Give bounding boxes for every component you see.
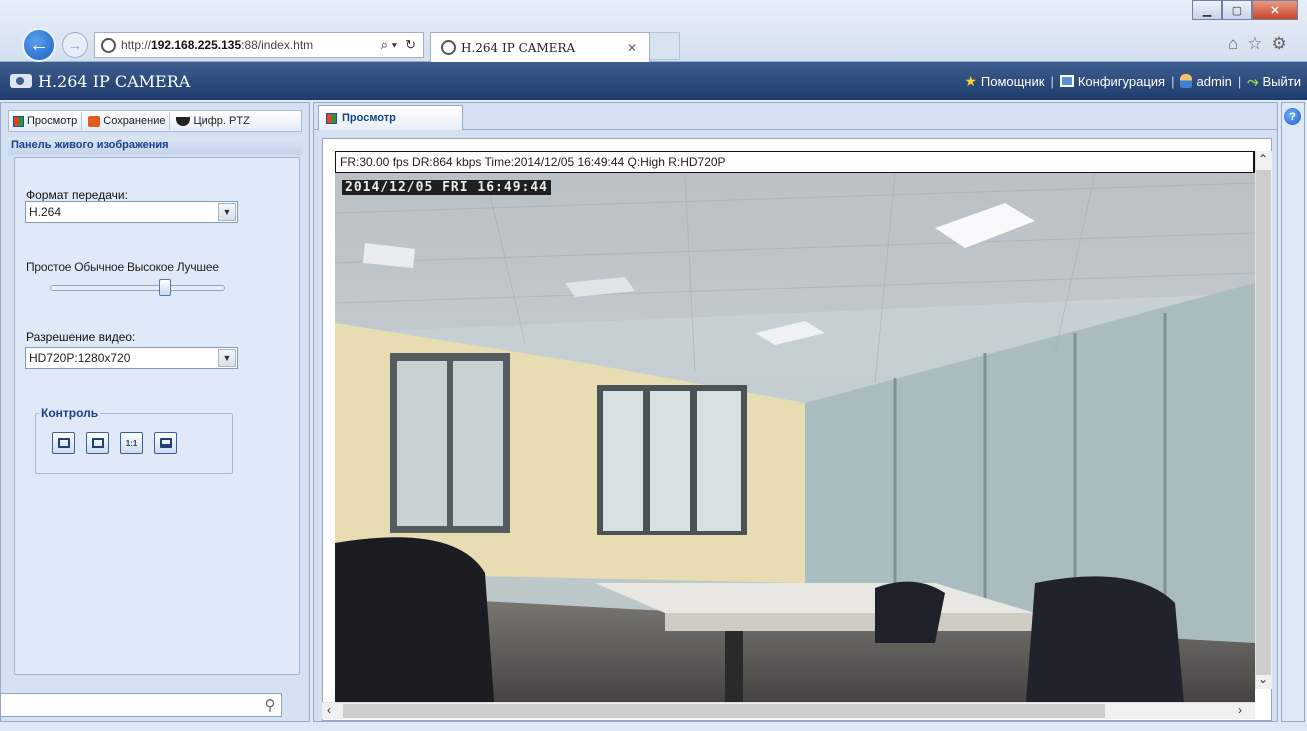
actual-size-icon[interactable]: 1:1 — [120, 432, 143, 454]
nav-logout[interactable]: ⤳ Выйти — [1247, 73, 1301, 90]
format-value: H.264 — [29, 205, 62, 219]
window-controls: ▁ ▢ ✕ — [1192, 0, 1298, 20]
view-icon — [13, 115, 24, 127]
view-icon — [326, 112, 337, 124]
search-dropdown-icon[interactable]: ⌕ ▾ — [381, 37, 397, 53]
browser-tab[interactable]: H.264 IP CAMERA ✕ — [430, 32, 650, 62]
tab-ptz[interactable]: Цифр. PTZ — [172, 112, 253, 130]
tab-record[interactable]: Сохранение — [84, 112, 171, 130]
fit-window-icon[interactable] — [154, 432, 177, 454]
nav-separator: | — [1171, 73, 1175, 89]
search-input[interactable] — [0, 693, 282, 717]
left-tabs: Просмотр Сохранение Цифр. PTZ — [8, 110, 302, 132]
nav-user[interactable]: admin — [1180, 73, 1232, 89]
live-panel-title: Панель живого изображения — [8, 137, 302, 155]
help-icon[interactable]: ? — [1284, 108, 1301, 125]
nav-config-label: Конфигурация — [1077, 73, 1166, 89]
ptz-camera-icon — [176, 116, 191, 126]
snapshot-icon[interactable] — [52, 432, 75, 454]
tab-title: H.264 IP CAMERA — [461, 40, 576, 55]
top-nav: ★ Помощник | Конфигурация | admin | ⤳ Выйт… — [964, 73, 1307, 90]
video-frame-image — [335, 173, 1255, 715]
app-title-text: H.264 IP CAMERA — [38, 71, 191, 91]
maximize-button[interactable]: ▢ — [1222, 0, 1252, 20]
app-title: H.264 IP CAMERA — [10, 72, 190, 91]
resolution-value: HD720P:1280x720 — [29, 351, 131, 365]
vertical-scroll-thumb[interactable] — [1256, 170, 1271, 675]
main-tab-label: Просмотр — [342, 112, 396, 124]
quality-label-best: Лучшее — [176, 260, 219, 274]
url-prefix: http:// — [121, 38, 152, 52]
wizard-icon: ★ — [964, 72, 977, 89]
main-tab-view[interactable]: Просмотр — [318, 105, 463, 130]
tab-record-label: Сохранение — [103, 115, 166, 127]
quality-label-simple: Простое — [26, 260, 72, 274]
resolution-select[interactable]: HD720P:1280x720 ▼ — [25, 347, 238, 369]
control-title: Контроль — [39, 406, 101, 420]
tab-view-label: Просмотр — [27, 115, 78, 127]
tab-ptz-label: Цифр. PTZ — [193, 115, 250, 127]
tab-view[interactable]: Просмотр — [9, 112, 83, 130]
browser-icons: ⌂ ☆ ⚙ — [1228, 34, 1287, 54]
url-host: 192.168.225.135 — [151, 38, 242, 52]
home-icon[interactable]: ⌂ — [1228, 34, 1238, 54]
quality-label-high: Высокое — [126, 260, 174, 274]
new-tab-button[interactable] — [650, 32, 680, 60]
format-select[interactable]: H.264 ▼ — [25, 201, 238, 223]
refresh-icon[interactable]: ↻ — [405, 37, 416, 53]
chevron-down-icon[interactable]: ▼ — [218, 349, 236, 367]
right-strip — [1281, 102, 1305, 722]
stream-info-bar: FR:30.00 fps DR:864 kbps Time:2014/12/05… — [335, 151, 1255, 173]
chevron-down-icon[interactable]: ▼ — [218, 203, 236, 221]
nav-separator: | — [1050, 73, 1054, 89]
nav-separator: | — [1237, 73, 1242, 89]
back-button[interactable]: ← — [22, 28, 56, 62]
minimize-button[interactable]: ▁ — [1192, 0, 1222, 20]
close-tab-icon[interactable]: ✕ — [627, 41, 637, 55]
scroll-right-icon[interactable]: › — [1238, 703, 1242, 717]
quality-slider[interactable] — [50, 285, 225, 291]
resolution-label: Разрешение видео: — [26, 330, 136, 344]
nav-helper-label: Помощник — [980, 73, 1045, 89]
favorites-star-icon[interactable]: ☆ — [1247, 34, 1262, 54]
forward-button[interactable]: → — [62, 32, 88, 58]
close-window-button[interactable]: ✕ — [1252, 0, 1298, 20]
actual-size-label: 1:1 — [125, 438, 138, 448]
nav-helper[interactable]: ★ Помощник — [964, 73, 1044, 90]
settings-gear-icon[interactable]: ⚙ — [1272, 34, 1287, 54]
live-video[interactable] — [335, 173, 1255, 715]
nav-logout-label: Выйти — [1262, 73, 1302, 89]
quality-labels: Простое Обычное Высокое Лучшее — [26, 260, 222, 274]
nav-user-label: admin — [1196, 73, 1232, 89]
address-tools: ⌕ ▾ ↻ — [342, 32, 424, 58]
osd-timestamp: 2014/12/05 FRI 16:49:44 — [342, 180, 552, 195]
site-globe-icon — [101, 37, 116, 53]
exit-icon: ⤳ — [1247, 72, 1259, 89]
control-buttons: 1:1 — [52, 432, 177, 454]
quality-slider-thumb[interactable] — [159, 279, 171, 296]
camera-icon — [10, 74, 32, 88]
scroll-left-icon[interactable]: ‹ — [327, 703, 331, 717]
scroll-down-icon[interactable]: ⌄ — [1258, 672, 1268, 686]
app-header: H.264 IP CAMERA ★ Помощник | Конфигурация… — [0, 62, 1307, 100]
search-icon[interactable]: ⚲ — [259, 694, 281, 716]
record-icon — [88, 115, 101, 127]
quality-label-normal: Обычное — [74, 260, 124, 274]
scroll-up-icon[interactable]: ⌃ — [1258, 152, 1268, 166]
config-icon — [1059, 75, 1074, 87]
url-rest: :88/index.htm — [241, 38, 314, 52]
nav-config[interactable]: Конфигурация — [1059, 73, 1166, 89]
format-label: Формат передачи: — [26, 188, 128, 202]
user-icon — [1180, 74, 1193, 88]
horizontal-scroll-thumb[interactable] — [343, 704, 1105, 718]
tab-globe-icon — [441, 40, 456, 55]
fullscreen-icon[interactable] — [86, 432, 109, 454]
